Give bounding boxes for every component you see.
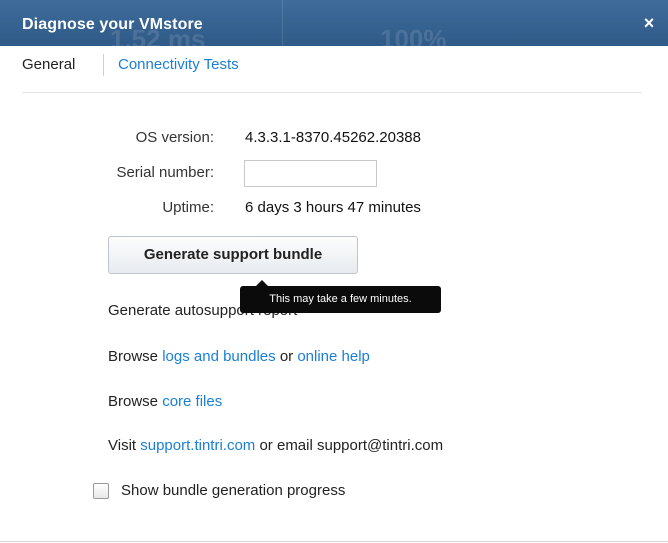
tabs-divider (22, 92, 642, 93)
visit-prefix: Visit (108, 437, 137, 454)
background-ghost-text-right: 100% (380, 24, 447, 46)
generate-support-bundle-button[interactable]: Generate support bundle (108, 236, 358, 274)
os-version-value: 4.3.3.1-8370.45262.20388 (245, 129, 421, 146)
logs-and-bundles-link[interactable]: logs and bundles (162, 348, 275, 365)
visit-support-line: Visit support.tintri.com or email suppor… (108, 437, 443, 454)
tab-general[interactable]: General (22, 56, 75, 73)
uptime-label: Uptime: (162, 199, 214, 216)
show-progress-label[interactable]: Show bundle generation progress (121, 482, 345, 499)
os-version-label: OS version: (135, 129, 214, 146)
tab-bar: General Connectivity Tests (0, 46, 668, 86)
close-icon[interactable]: × (640, 14, 658, 32)
tab-divider (103, 54, 104, 76)
serial-number-field[interactable] (244, 160, 377, 187)
bundle-tooltip: This may take a few minutes. (240, 280, 441, 313)
show-progress-checkbox[interactable] (93, 483, 109, 499)
browse-logs-or: or (279, 348, 294, 365)
browse-core-line: Browse core files (108, 393, 222, 410)
browse-core-prefix: Browse (108, 393, 159, 410)
core-files-link[interactable]: core files (162, 393, 222, 410)
visit-email-text: or email support@tintri.com (259, 437, 444, 454)
support-site-link[interactable]: support.tintri.com (140, 437, 255, 454)
dialog-titlebar: 1.52 ms 100% Diagnose your VMstore × (0, 0, 668, 46)
tab-connectivity-tests[interactable]: Connectivity Tests (118, 56, 239, 73)
background-ghost-divider (282, 0, 283, 46)
dialog-title: Diagnose your VMstore (22, 16, 203, 33)
uptime-value: 6 days 3 hours 47 minutes (245, 199, 421, 216)
browse-logs-prefix: Browse (108, 348, 159, 365)
browse-logs-line: Browse logs and bundles or online help (108, 348, 370, 365)
online-help-link[interactable]: online help (297, 348, 370, 365)
serial-number-label: Serial number: (116, 164, 214, 181)
dialog-bottom-divider (0, 541, 668, 542)
